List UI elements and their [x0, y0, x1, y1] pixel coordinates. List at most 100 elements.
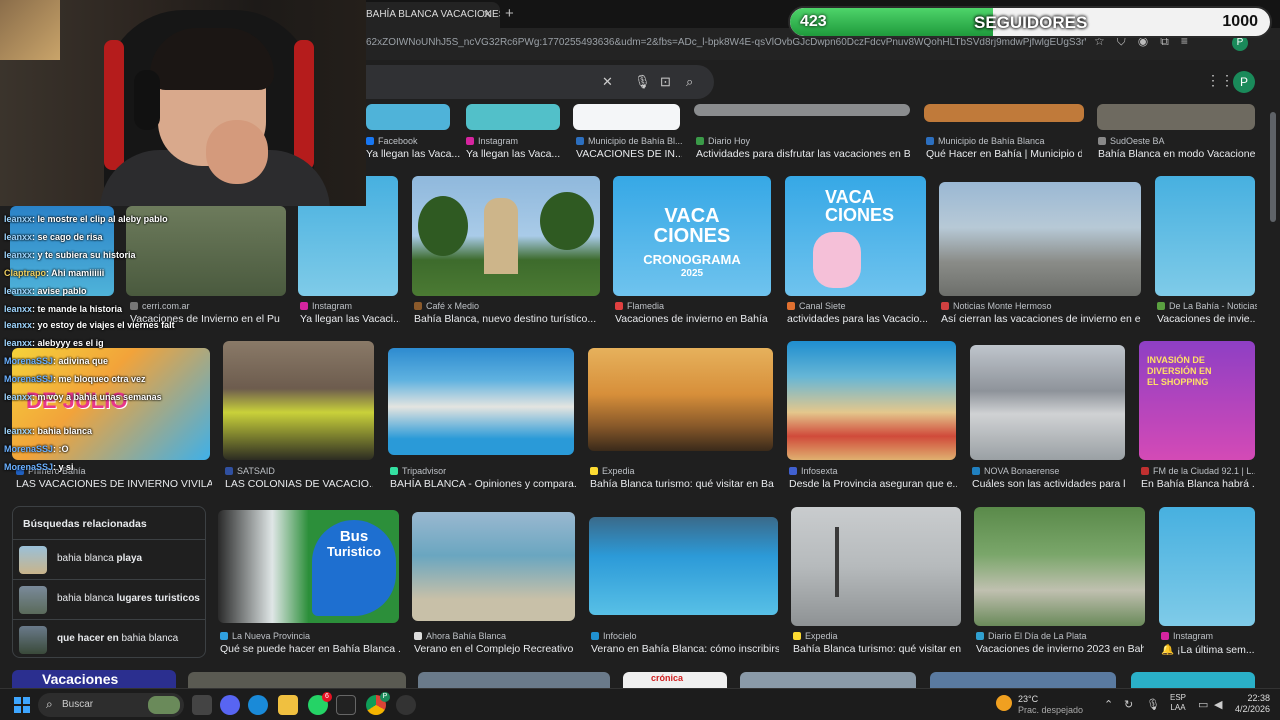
result-title[interactable]: Cuáles son las actividades para l... — [972, 478, 1126, 490]
result-source[interactable]: Expedia — [793, 631, 961, 641]
result-thumb[interactable] — [694, 104, 910, 116]
result-source[interactable]: Instagram — [466, 136, 566, 146]
result-thumb[interactable] — [970, 345, 1125, 460]
related-item-que-hacer[interactable]: que hacer en bahia blanca — [13, 619, 205, 659]
result-thumb[interactable]: VACA CIONES — [785, 176, 926, 296]
account-avatar[interactable]: P — [1233, 71, 1255, 93]
result-source[interactable]: Tripadvisor — [390, 466, 576, 476]
tab-close-icon[interactable]: ✕ — [483, 8, 492, 21]
result-source[interactable]: Noticias Monte Hermoso — [941, 301, 1141, 311]
result-title[interactable]: En Bahía Blanca habrá ... — [1141, 478, 1255, 490]
whatsapp-icon[interactable]: 6 — [308, 692, 332, 715]
result-thumb[interactable] — [1155, 176, 1255, 296]
page-scrollbar[interactable] — [1270, 112, 1276, 222]
edge-icon[interactable] — [248, 695, 268, 715]
result-thumb[interactable] — [418, 672, 610, 688]
result-thumb[interactable] — [930, 672, 1116, 688]
result-title[interactable]: Bahía Blanca, nuevo destino turístico... — [414, 313, 600, 325]
result-source[interactable]: SATSAID — [225, 466, 373, 476]
result-source[interactable]: Flamedia — [615, 301, 771, 311]
file-explorer-icon[interactable] — [278, 695, 298, 715]
result-thumb[interactable] — [974, 507, 1145, 626]
result-title[interactable]: Bahía Blanca turismo: qué visitar en Ba.… — [590, 478, 774, 490]
result-thumb[interactable] — [939, 182, 1141, 296]
search-input[interactable]: ✕ 🎙 ⊡ ⌕ — [346, 65, 714, 99]
taskbar-search[interactable]: ⌕ Buscar — [38, 693, 184, 717]
result-thumb[interactable] — [223, 341, 374, 460]
weather-widget[interactable]: 23°C Prac. despejado — [996, 693, 1083, 717]
result-source[interactable]: Facebook — [366, 136, 460, 146]
result-source[interactable]: cerri.com.ar — [130, 301, 280, 311]
result-title[interactable]: Bahía Blanca en modo Vacacione... — [1098, 148, 1256, 160]
result-source[interactable]: NOVA Bonaerense — [972, 466, 1126, 476]
result-title[interactable]: Bahía Blanca turismo: qué visitar en... — [793, 643, 961, 655]
result-title[interactable]: LAS VACACIONES DE INVIERNO VIVILA... — [16, 478, 212, 490]
result-title[interactable]: Ya llegan las Vaca... — [466, 148, 566, 160]
result-source[interactable]: Infocielo — [591, 631, 779, 641]
windows-start-icon[interactable] — [14, 697, 30, 713]
search-icon[interactable]: ⌕ — [686, 74, 693, 90]
result-source[interactable]: Diario Hoy — [696, 136, 910, 146]
language-indicator[interactable]: ESP LAA — [1170, 693, 1186, 713]
result-source[interactable]: La Nueva Provincia — [220, 631, 400, 641]
result-title[interactable]: Desde la Provincia aseguran que e... — [789, 478, 957, 490]
chrome-icon[interactable]: P — [366, 692, 390, 715]
result-title[interactable]: Verano en el Complejo Recreativo ... — [414, 643, 576, 655]
result-title[interactable]: Qué Hacer en Bahía | Municipio d... — [926, 148, 1082, 160]
lens-icon[interactable]: ⊡ — [660, 74, 671, 90]
result-title[interactable]: BAHÍA BLANCA - Opiniones y compara... — [390, 478, 576, 490]
result-thumb[interactable] — [412, 176, 600, 296]
system-clock[interactable]: 22:38 4/2/2026 — [1230, 693, 1270, 715]
result-source[interactable]: SudOeste BA — [1098, 136, 1256, 146]
result-title[interactable]: VACACIONES DE IN... — [576, 148, 682, 160]
result-thumb[interactable]: INVASIÓN DE DIVERSIÓN EN EL SHOPPING — [1139, 341, 1255, 460]
related-item-playa[interactable]: bahia blanca playa — [13, 539, 205, 579]
obs-icon[interactable] — [396, 695, 416, 715]
clear-icon[interactable]: ✕ — [602, 74, 613, 90]
result-source[interactable]: Infosexta — [789, 466, 957, 476]
result-thumb[interactable] — [787, 341, 956, 460]
result-title[interactable]: Ya llegan las Vaca... — [366, 148, 460, 160]
result-source[interactable]: Café x Medio — [414, 301, 600, 311]
chevron-up-icon[interactable]: ⌃ — [1104, 698, 1113, 711]
result-thumb[interactable] — [589, 517, 778, 615]
result-title[interactable]: Actividades para disfrutar las vacacione… — [696, 148, 910, 160]
result-thumb[interactable] — [366, 104, 450, 130]
apps-grid-icon[interactable]: ⋮⋮ — [1206, 72, 1234, 89]
result-thumb[interactable] — [924, 104, 1084, 122]
result-source[interactable]: Canal Siete — [787, 301, 927, 311]
result-title[interactable]: Ya llegan las Vacaci... — [300, 313, 400, 325]
result-title[interactable]: LAS COLONIAS DE VACACIO... — [225, 478, 373, 490]
result-thumb[interactable] — [188, 672, 406, 688]
result-title[interactable]: Vacaciones de invierno 2023 en Bah... — [976, 643, 1144, 655]
result-source[interactable]: Municipio de Bahía Blanca — [926, 136, 1082, 146]
result-thumb[interactable] — [388, 348, 574, 455]
microphone-icon[interactable]: 🎙 — [1146, 698, 1160, 711]
result-thumb[interactable] — [1097, 104, 1255, 130]
result-thumb[interactable] — [573, 104, 680, 130]
result-thumb[interactable] — [1131, 672, 1255, 688]
result-source[interactable]: Ahora Bahía Blanca — [414, 631, 576, 641]
result-title[interactable]: actividades para las Vacacio... — [787, 313, 927, 325]
url-field[interactable]: 62xZOIWNoUNhJ5S_ncVG32Rc6PWg:17702554936… — [366, 37, 1086, 48]
result-thumb[interactable] — [466, 104, 560, 130]
epic-games-icon[interactable] — [336, 695, 356, 715]
volume-icon[interactable]: ◀ — [1214, 698, 1222, 711]
result-thumb[interactable] — [1159, 507, 1255, 626]
network-icon[interactable]: ▭ — [1198, 698, 1208, 711]
result-thumb[interactable] — [740, 672, 916, 688]
result-title[interactable]: Vacaciones de invierno en Bahía ... — [615, 313, 771, 325]
vacaciones-card[interactable]: Vacaciones — [12, 670, 176, 688]
result-title[interactable]: Verano en Bahía Blanca: cómo inscribirs.… — [591, 643, 779, 655]
result-title[interactable]: 🔔 ¡La última sem... — [1161, 643, 1257, 656]
result-title[interactable]: Así cierran las vacaciones de invierno e… — [941, 313, 1141, 325]
discord-icon[interactable] — [220, 695, 240, 715]
result-thumb[interactable]: crónica — [623, 672, 727, 688]
tab-active[interactable]: BAHÍA BLANCA VACACIONES ✕ — [356, 2, 500, 28]
result-thumb[interactable]: Bus Turistico — [218, 510, 399, 623]
result-title[interactable]: Qué se puede hacer en Bahía Blanca ... — [220, 643, 400, 655]
result-source[interactable]: Expedia — [590, 466, 774, 476]
result-thumb[interactable]: VACA CIONES CRONOGRAMA 2025 — [613, 176, 771, 296]
sync-icon[interactable]: ↻ — [1124, 698, 1133, 711]
result-source[interactable]: De La Bahía - Noticias — [1157, 301, 1257, 311]
